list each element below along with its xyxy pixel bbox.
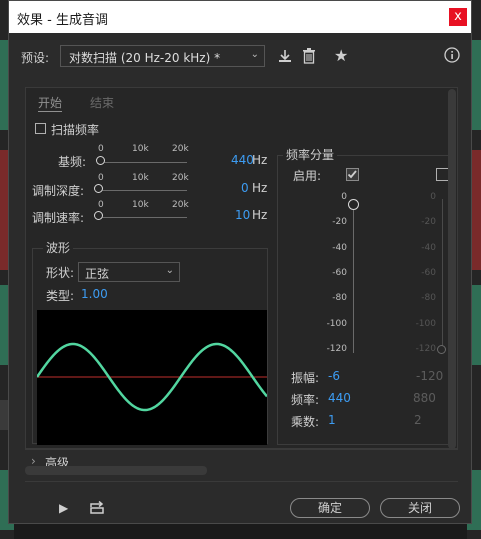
frequency-2-value[interactable]: 880 bbox=[413, 391, 436, 405]
frequency-components-title: 频率分量 bbox=[283, 146, 338, 163]
db-scale-label: -120 bbox=[415, 343, 436, 354]
tab-end[interactable]: 结束 bbox=[90, 94, 114, 111]
dialog-title: 效果 - 生成音调 bbox=[17, 13, 108, 28]
delete-preset-icon[interactable] bbox=[302, 48, 316, 68]
close-window-button[interactable]: x bbox=[449, 8, 467, 26]
save-preset-icon[interactable] bbox=[277, 48, 293, 68]
param-value[interactable]: 0 bbox=[241, 181, 249, 195]
chevron-down-icon: ⌄ bbox=[165, 265, 174, 276]
scale-label: 20k bbox=[172, 144, 189, 154]
scale-label: 0 bbox=[98, 144, 104, 154]
waveform-preview-plot bbox=[35, 342, 268, 412]
multiplier-1-value[interactable]: 1 bbox=[328, 413, 336, 427]
panel-scrollbar-horizontal[interactable] bbox=[25, 466, 207, 475]
component-1-enable-checkbox[interactable] bbox=[346, 168, 359, 181]
db-scale-label: -120 bbox=[326, 343, 347, 354]
info-icon[interactable] bbox=[444, 47, 460, 67]
db-scale-label: -60 bbox=[332, 267, 347, 278]
preset-label: 预设: bbox=[21, 51, 50, 65]
db-scale-label: -80 bbox=[332, 293, 347, 304]
db-scale-label: -40 bbox=[421, 242, 436, 253]
db-scale-label: -100 bbox=[326, 318, 347, 329]
param-value[interactable]: 10 bbox=[235, 208, 250, 222]
param-label: 调制速率: bbox=[32, 211, 85, 225]
title-bar: 效果 - 生成音调 x bbox=[9, 1, 471, 33]
shape-value: 正弦 bbox=[85, 267, 110, 281]
param-unit: Hz bbox=[252, 153, 268, 167]
db-scale-label: 0 bbox=[430, 192, 436, 202]
scale-label: 10k bbox=[132, 144, 149, 154]
db-scale-label: -60 bbox=[421, 267, 436, 278]
tab-start[interactable]: 开始 bbox=[38, 94, 63, 112]
slider-handle[interactable] bbox=[94, 211, 103, 220]
generate-tone-dialog: 效果 - 生成音调 x 预设: 对数扫描 (20 Hz-20 kHz) * ⌄ … bbox=[8, 0, 472, 524]
db-scale-label: -100 bbox=[415, 318, 436, 329]
amplitude-fader-2[interactable] bbox=[442, 199, 443, 349]
settings-panel: 开始 结束 扫描频率 基频: 0 10k 20k 440 Hz 调制深度: 0 … bbox=[25, 87, 458, 449]
multiplier-label: 乘数: bbox=[291, 415, 320, 429]
preset-value: 对数扫描 (20 Hz-20 kHz) * bbox=[69, 51, 221, 65]
base-frequency-slider[interactable] bbox=[103, 162, 187, 163]
scale-label: 20k bbox=[172, 200, 189, 210]
play-icon[interactable]: ▶ bbox=[59, 501, 68, 515]
amplitude-label: 振幅: bbox=[291, 371, 320, 385]
db-scale-label: 0 bbox=[341, 192, 347, 202]
mod-rate-slider[interactable] bbox=[101, 217, 187, 218]
mod-depth-slider[interactable] bbox=[101, 190, 187, 191]
divider bbox=[25, 449, 458, 450]
param-label: 调制深度: bbox=[32, 184, 85, 198]
shape-label: 形状: bbox=[46, 266, 75, 280]
multiplier-2-value[interactable]: 2 bbox=[414, 413, 422, 427]
frequency-1-value[interactable]: 440 bbox=[328, 391, 351, 405]
db-scale-label: -20 bbox=[332, 217, 347, 228]
enable-label: 启用: bbox=[293, 169, 322, 183]
star-icon[interactable]: ★ bbox=[334, 46, 348, 65]
db-scale-label: -20 bbox=[421, 217, 436, 228]
fader-handle[interactable] bbox=[437, 345, 446, 354]
amplitude-fader-1[interactable] bbox=[353, 205, 354, 353]
footer-divider bbox=[25, 481, 458, 482]
scale-label: 10k bbox=[132, 200, 149, 210]
db-scale-label: -80 bbox=[421, 293, 436, 304]
panel-scrollbar-vertical[interactable] bbox=[448, 89, 456, 449]
amplitude-1-value[interactable]: -6 bbox=[328, 369, 340, 383]
param-label: 基频: bbox=[58, 155, 87, 169]
loop-icon[interactable] bbox=[89, 500, 105, 518]
scale-label: 0 bbox=[98, 200, 104, 210]
close-button[interactable]: 关闭 bbox=[380, 498, 460, 518]
param-value[interactable]: 440 bbox=[231, 153, 254, 167]
chevron-down-icon: ⌄ bbox=[250, 49, 259, 60]
sweep-label: 扫描频率 bbox=[51, 123, 100, 137]
scale-label: 20k bbox=[172, 173, 189, 183]
waveform-group-title: 波形 bbox=[43, 239, 74, 256]
slider-handle[interactable] bbox=[96, 156, 105, 165]
param-unit: Hz bbox=[252, 181, 268, 195]
scale-label: 10k bbox=[132, 173, 149, 183]
sweep-checkbox[interactable] bbox=[35, 123, 46, 134]
scale-label: 0 bbox=[98, 173, 104, 183]
db-scale-label: -40 bbox=[332, 242, 347, 253]
ok-button[interactable]: 确定 bbox=[290, 498, 370, 518]
param-unit: Hz bbox=[252, 208, 268, 222]
preset-dropdown[interactable]: 对数扫描 (20 Hz-20 kHz) * ⌄ bbox=[60, 45, 265, 67]
frequency-label: 频率: bbox=[291, 393, 320, 407]
type-label: 类型: bbox=[46, 289, 75, 303]
waveform-preview bbox=[35, 310, 268, 445]
amplitude-2-value[interactable]: -120 bbox=[416, 369, 443, 383]
shape-dropdown[interactable]: 正弦 ⌄ bbox=[78, 262, 180, 282]
fader-handle[interactable] bbox=[348, 199, 359, 210]
slider-handle[interactable] bbox=[94, 184, 103, 193]
type-value[interactable]: 1.00 bbox=[81, 287, 108, 301]
